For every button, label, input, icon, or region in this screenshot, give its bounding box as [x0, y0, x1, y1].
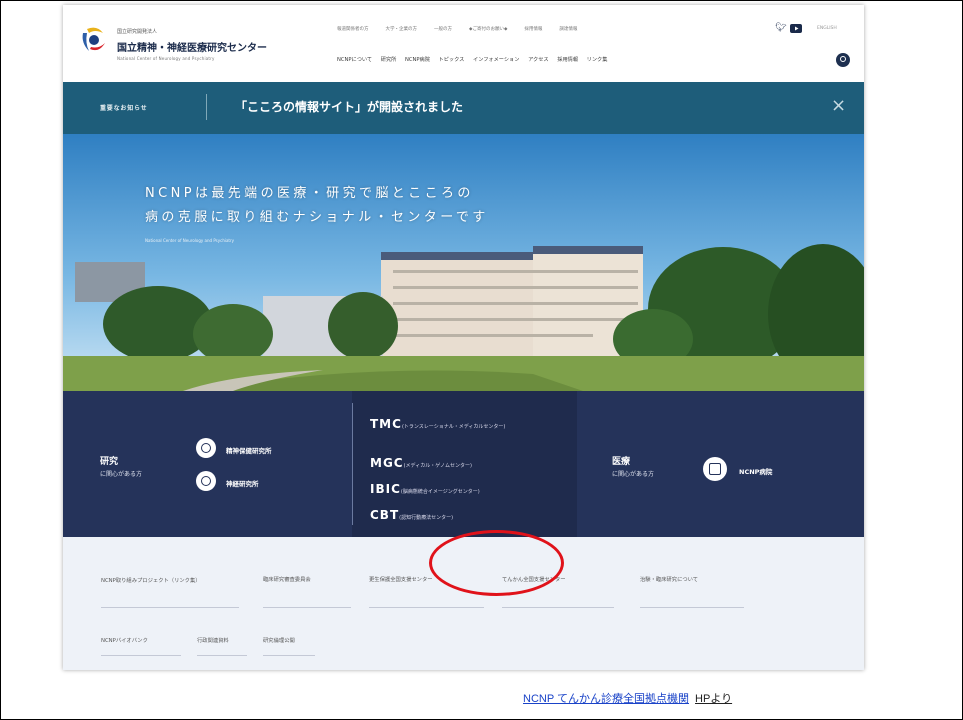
nav-topics[interactable]: トピックス	[439, 57, 465, 63]
ncnp-logo-icon	[81, 27, 105, 51]
util-link-business[interactable]: 大学・企業の方	[386, 26, 418, 32]
category-band: 研究 に関心がある方 精神保健研究所 神経研究所 TMC(トランスレーショナル・…	[63, 391, 864, 537]
youtube-icon[interactable]	[790, 24, 802, 33]
nav-research[interactable]: 研究所	[381, 57, 397, 63]
medical-title: 医療	[612, 457, 631, 467]
band-divider	[352, 403, 353, 525]
nav-about[interactable]: NCNPについて	[337, 57, 372, 63]
util-link-public[interactable]: 一般の方	[434, 26, 452, 32]
source-caption: NCNP てんかん診療全国拠点機関 HPより	[523, 690, 732, 706]
center-ibic-abbr: IBIC	[370, 482, 401, 496]
link-biobank[interactable]: NCNPバイオバンク	[101, 636, 148, 644]
research-subtitle: に関心がある方	[100, 471, 143, 478]
utility-nav: 報道関係者の方 大学・企業の方 一般の方 ◆ご寄付のお願い◆ 採用情報 調達情報	[337, 26, 594, 32]
hero-headline-2: 病の克服に取り組むナショナル・センターです	[145, 210, 489, 225]
util-link-recruit[interactable]: 採用情報	[524, 26, 542, 32]
link-underline	[197, 655, 247, 656]
center-cbt-name: (認知行動療法センター)	[399, 515, 454, 521]
link-underline	[263, 655, 315, 656]
center-tmc-abbr: TMC	[370, 417, 402, 431]
notice-divider	[206, 94, 207, 120]
center-tmc-name: (トランスレーショナル・メディカルセンター)	[401, 424, 506, 430]
search-icon[interactable]	[836, 53, 850, 67]
nav-access[interactable]: アクセス	[528, 57, 549, 63]
link-projects[interactable]: NCNP取り組みプロジェクト（リンク集）	[101, 575, 236, 587]
link-research-ethics[interactable]: 研究倫理公開	[263, 636, 295, 644]
util-link-donation[interactable]: ◆ご寄付のお願い◆	[469, 26, 507, 32]
medical-subtitle: に関心がある方	[612, 471, 655, 478]
center-mgc[interactable]: MGC(メディカル・ゲノムセンター)	[370, 452, 472, 471]
link-underline	[263, 607, 351, 608]
twitter-icon[interactable]: 🐦︎	[775, 23, 786, 33]
center-ibic[interactable]: IBIC(脳病態統合イメージングセンター)	[370, 478, 480, 497]
center-mgc-name: (メディカル・ゲノムセンター)	[403, 463, 473, 469]
link-clinical-trials[interactable]: 治験・臨床研究について	[640, 575, 698, 583]
logo-subtitle: 国立研究開発法人	[117, 29, 158, 35]
source-suffix: HPより	[695, 693, 733, 705]
link-ethics-committee[interactable]: 臨床研究審査委員会	[263, 575, 311, 583]
research-item-neuro[interactable]: 神経研究所	[226, 478, 259, 488]
link-rehab-center[interactable]: 更生保護全国支援センター	[369, 575, 433, 583]
link-underline	[369, 607, 484, 608]
site-header: 国立研究開発法人 国立精神・神経医療研究センター National Center…	[63, 5, 864, 82]
link-underline	[101, 655, 181, 656]
hospital-icon	[703, 457, 727, 481]
medical-item-hospital[interactable]: NCNP病院	[739, 466, 772, 476]
logo-name[interactable]: 国立精神・神経医療研究センター	[117, 39, 267, 54]
logo-english: National Center of Neurology and Psychia…	[117, 56, 215, 61]
link-underline	[101, 607, 239, 608]
main-nav: NCNPについて 研究所 NCNP病院 トピックス インフォメーション アクセス…	[337, 56, 614, 63]
source-link[interactable]: NCNP てんかん診療全国拠点機関	[523, 693, 689, 705]
notice-bar: 重要なお知らせ 「こころの情報サイト」が開設されました ×	[63, 82, 864, 134]
nav-hospital[interactable]: NCNP病院	[405, 57, 430, 63]
notice-label: 重要なお知らせ	[100, 105, 148, 112]
center-tmc[interactable]: TMC(トランスレーショナル・メディカルセンター)	[370, 413, 505, 432]
hero-photo	[63, 134, 864, 391]
center-ibic-name: (脳病態統合イメージングセンター)	[400, 489, 480, 495]
center-cbt-abbr: CBT	[370, 508, 400, 522]
hero-subtitle: National Center of Neurology and Psychia…	[145, 238, 234, 243]
highlight-oval	[429, 530, 564, 596]
util-link-procurement[interactable]: 調達情報	[559, 26, 577, 32]
notice-text[interactable]: 「こころの情報サイト」が開設されました	[235, 98, 463, 115]
nav-links[interactable]: リンク集	[587, 57, 608, 63]
neuron-icon	[196, 471, 216, 491]
english-link[interactable]: ENGLISH	[817, 26, 837, 31]
nav-recruit[interactable]: 採用情報	[557, 57, 578, 63]
center-cbt[interactable]: CBT(認知行動療法センター)	[370, 504, 453, 523]
nav-information[interactable]: インフォメーション	[473, 57, 519, 63]
brain-icon	[196, 438, 216, 458]
link-underline	[640, 607, 744, 608]
research-title: 研究	[100, 457, 119, 467]
util-link-press[interactable]: 報道関係者の方	[337, 26, 369, 32]
center-mgc-abbr: MGC	[370, 456, 404, 470]
link-admin-docs[interactable]: 行政関連資料	[197, 636, 229, 644]
close-icon[interactable]: ×	[831, 95, 846, 116]
hero-banner: NCNPは最先端の医療・研究で脳とこころの 病の克服に取り組むナショナル・センタ…	[63, 134, 864, 391]
research-item-mental[interactable]: 精神保健研究所	[226, 445, 272, 455]
hero-headline-1: NCNPは最先端の医療・研究で脳とこころの	[145, 186, 474, 201]
link-underline	[502, 607, 614, 608]
